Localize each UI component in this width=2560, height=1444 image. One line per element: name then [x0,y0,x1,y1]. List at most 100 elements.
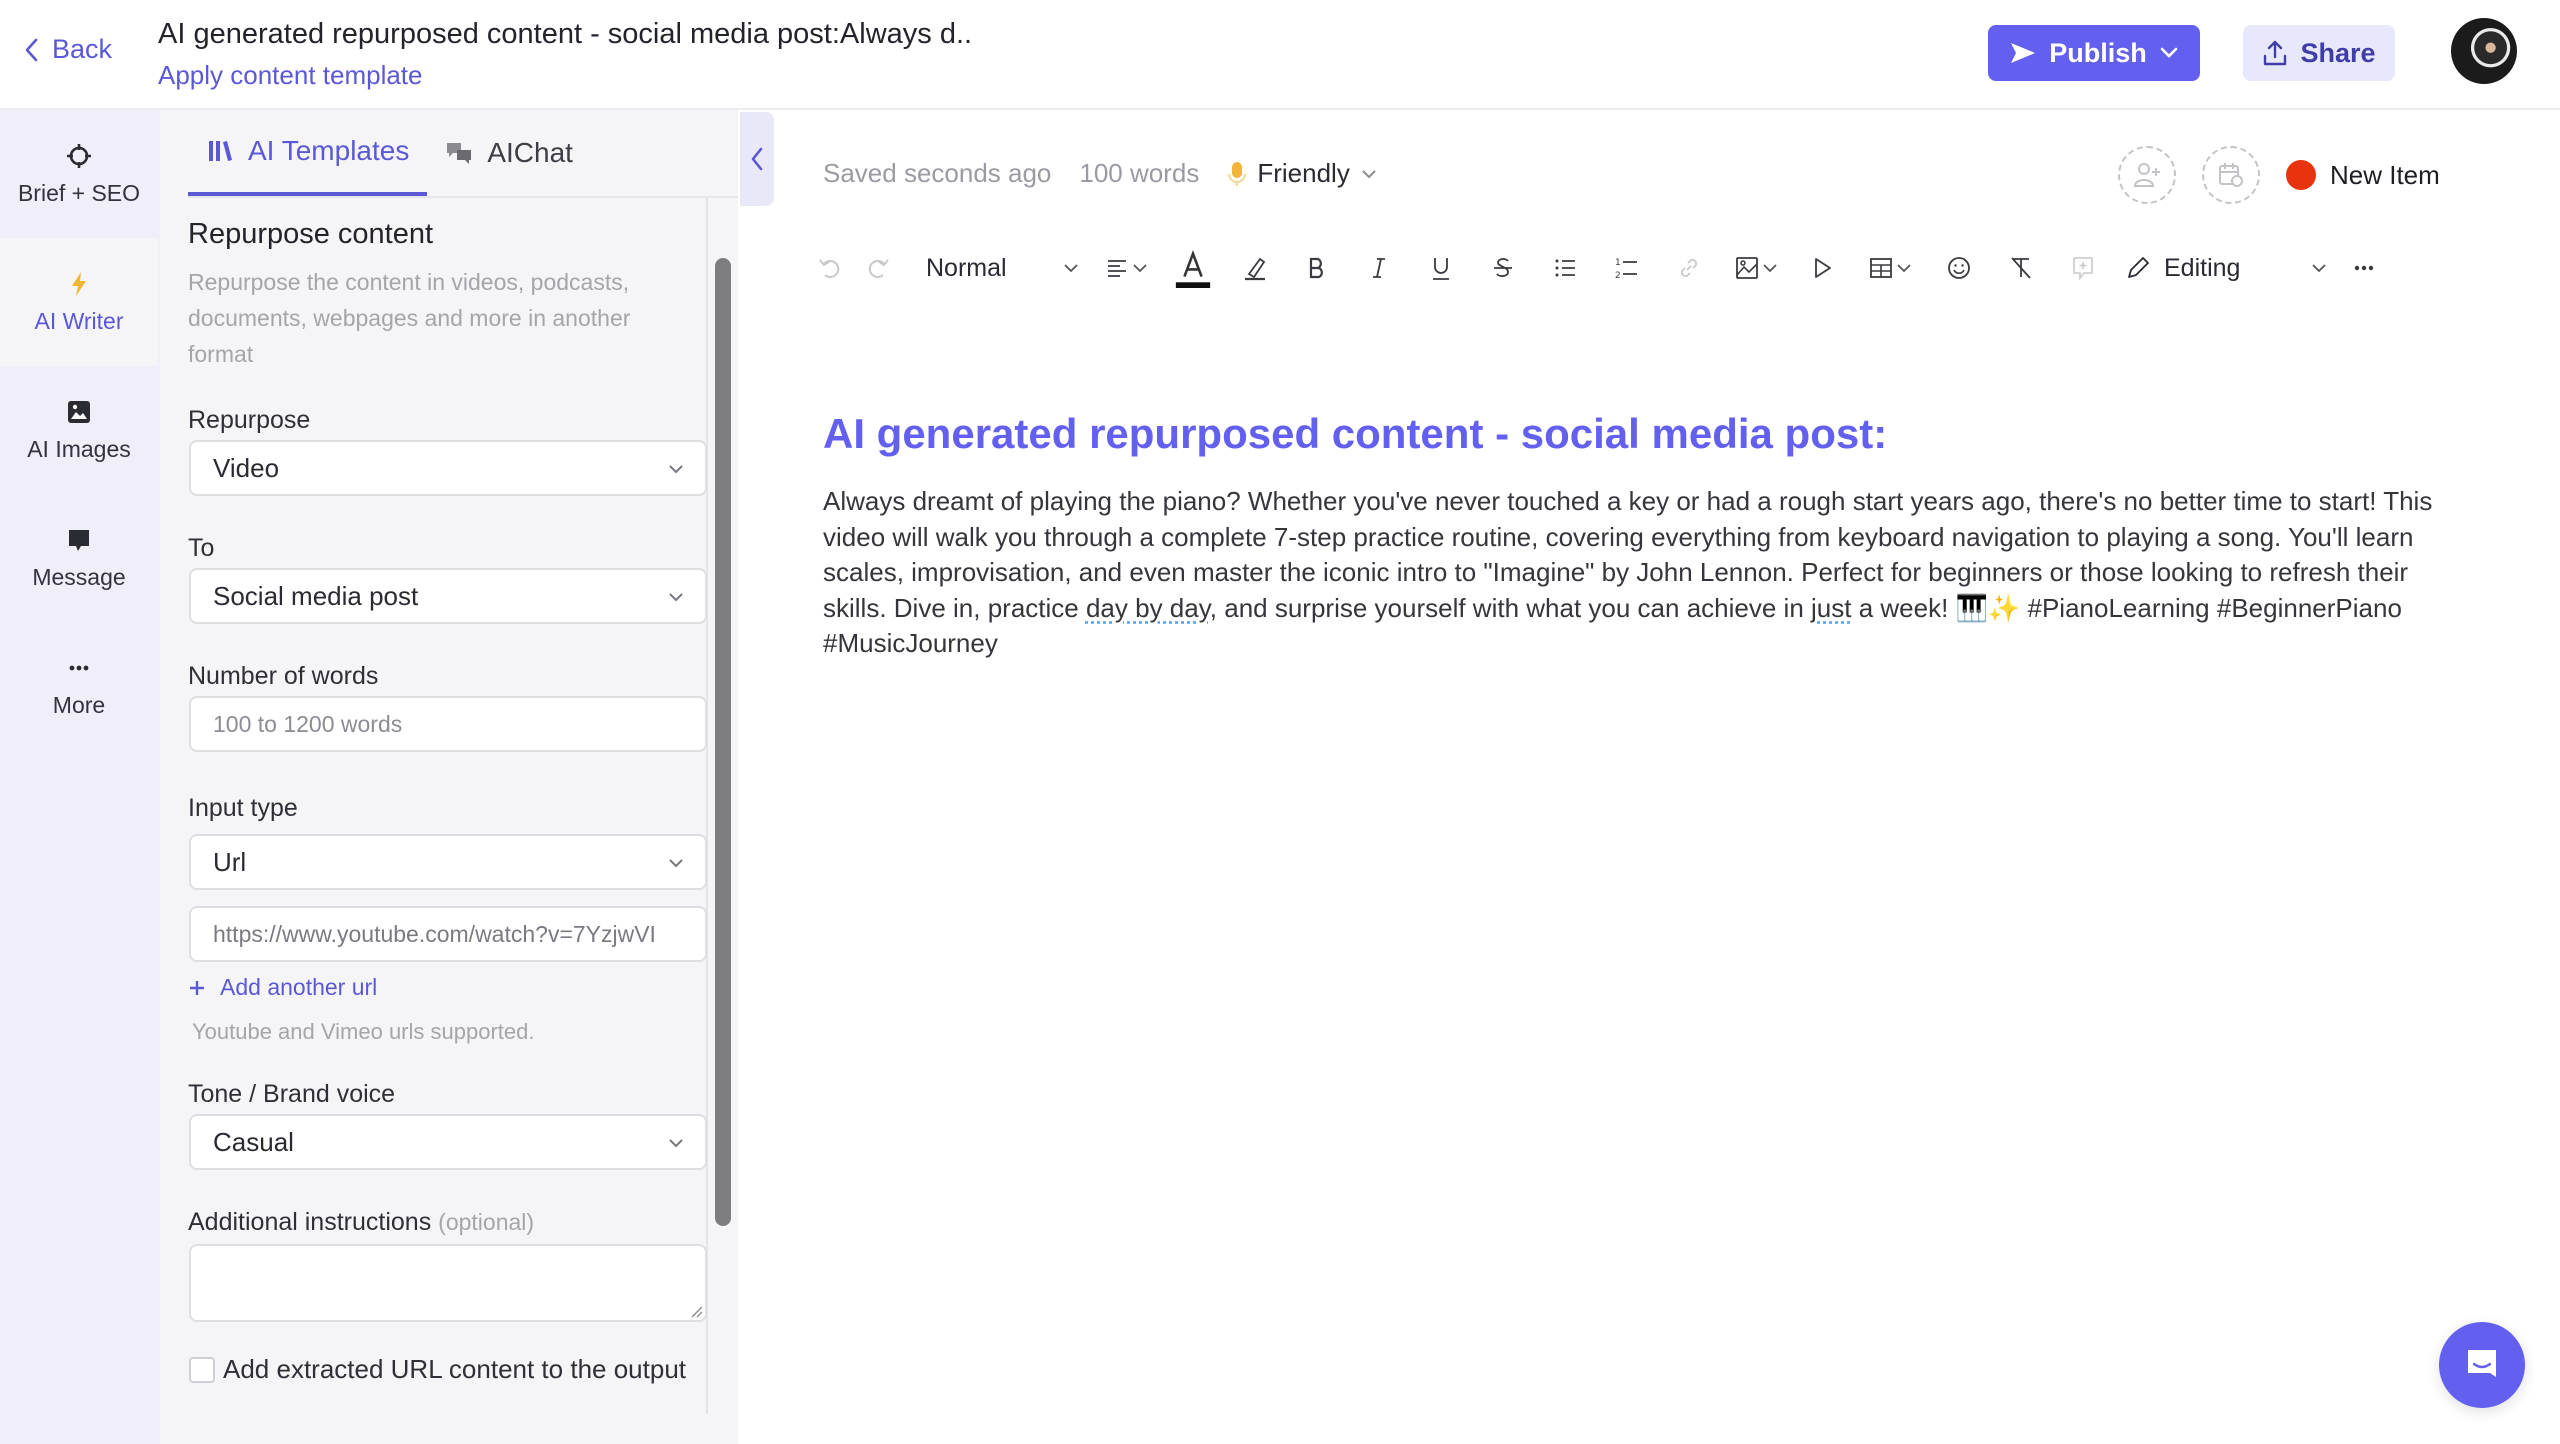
bullet-list-icon [1555,259,1575,277]
grammar-suggestion[interactable]: day by day [1086,593,1210,623]
clear-formatting-button[interactable] [1990,244,2052,292]
more-horizontal-icon [2354,265,2374,271]
publish-button[interactable]: Publish [1988,25,2200,81]
insert-image-dropdown[interactable] [1720,244,1792,292]
user-avatar[interactable] [2451,18,2517,84]
image-icon [68,400,90,423]
extract-url-content-checkbox[interactable] [189,1356,215,1383]
instructions-textarea[interactable] [189,1244,707,1322]
to-label: To [188,534,215,562]
add-comment-button[interactable] [2052,244,2114,292]
image-icon [1736,257,1758,279]
instructions-label: Additional instructions (optional) [188,1208,534,1237]
text-color-button[interactable] [1162,244,1224,292]
bullet-list-button[interactable] [1534,244,1596,292]
italic-icon [1373,258,1385,278]
text-color-icon [1175,250,1211,288]
add-another-url-link[interactable]: Add another url [188,974,377,1001]
item-status-area: New Item [2118,146,2440,204]
back-button[interactable]: Back [22,34,112,65]
chevron-down-icon [669,859,683,868]
instructions-label-text: Additional instructions [188,1208,432,1236]
bold-button[interactable] [1286,244,1348,292]
redo-button[interactable] [854,244,902,292]
chat-smile-icon [2468,1350,2496,1377]
word-count-input[interactable]: 100 to 1200 words [189,696,707,752]
underline-icon [1433,258,1449,280]
top-header: Back AI generated repurposed content - s… [0,0,2560,110]
chevron-left-icon [751,147,763,171]
tone-dropdown[interactable]: Friendly [1227,158,1377,189]
panel-tabs: AI Templates AIChat [188,110,591,196]
input-type-label: Input type [188,794,298,822]
workflow-status[interactable]: New Item [2286,160,2440,191]
tone-label: Tone / Brand voice [188,1080,396,1108]
rail-item-ai-writer[interactable]: AI Writer [0,238,158,366]
message-icon [69,529,89,551]
send-icon [2011,43,2036,63]
library-icon [209,141,232,161]
upload-icon [2264,40,2287,66]
emoji-button[interactable] [1928,244,1990,292]
chevron-left-icon [25,38,38,61]
chevron-down-icon [1064,264,1078,273]
microphone-icon [1228,161,1247,186]
link-button[interactable] [1658,244,1720,292]
rail-item-ai-images[interactable]: AI Images [0,366,158,494]
extract-url-content-option[interactable]: Add extracted URL content to the output [189,1354,686,1385]
table-icon [1870,258,1892,278]
editor-status-bar: Saved seconds ago 100 words Friendly [823,158,1378,189]
pencil-icon [2128,257,2149,278]
align-dropdown[interactable] [1090,244,1162,292]
resize-handle-icon[interactable] [689,1304,703,1318]
content-paragraph[interactable]: Always dreamt of playing the piano? Whet… [823,484,2463,662]
to-select[interactable]: Social media post [189,568,707,624]
apply-content-template-link[interactable]: Apply content template [158,60,423,91]
chevron-down-icon [1897,264,1911,273]
save-status: Saved seconds ago [823,158,1052,188]
repurpose-select[interactable]: Video [189,440,707,496]
tone-label: Friendly [1257,158,1350,188]
assign-user-button[interactable] [2118,146,2176,204]
repurpose-label: Repurpose [188,406,311,434]
publish-label: Publish [2049,37,2147,68]
chevron-down-icon [669,1139,683,1148]
editing-mode-dropdown[interactable]: Editing [2114,244,2338,292]
rail-item-brief-seo[interactable]: Brief + SEO [0,110,158,238]
support-chat-button[interactable] [2439,1322,2525,1408]
schedule-button[interactable] [2202,146,2260,204]
insert-video-button[interactable] [1792,244,1852,292]
highlight-button[interactable] [1224,244,1286,292]
url-input[interactable]: https://www.youtube.com/watch?v=7YzjwVI [189,906,707,962]
lightning-icon [72,271,86,296]
more-options-button[interactable] [2338,244,2390,292]
section-title: Repurpose content [188,218,434,250]
tab-aichat[interactable]: AIChat [427,110,591,196]
status-label: New Item [2330,159,2440,190]
rail-item-more[interactable]: More [0,622,158,750]
undo-button[interactable] [806,244,854,292]
content-heading[interactable]: AI generated repurposed content - social… [823,410,1887,458]
underline-button[interactable] [1410,244,1472,292]
chevron-down-icon [1362,169,1376,178]
tone-select[interactable]: Casual [189,1114,707,1170]
panel-scrollbar[interactable] [715,258,731,1226]
input-type-select[interactable]: Url [189,834,707,890]
chat-bubbles-icon [447,143,472,164]
rail-label: Brief + SEO [17,179,141,206]
collapse-panel-button[interactable] [740,112,774,206]
block-style-dropdown[interactable]: Normal [902,244,1090,292]
calendar-clock-icon [2219,163,2243,187]
rail-item-message[interactable]: Message [0,494,158,622]
share-button[interactable]: Share [2243,25,2395,81]
emoji-icon [1948,257,1970,279]
strikethrough-icon [1494,258,1512,277]
insert-table-dropdown[interactable] [1852,244,1928,292]
numbered-list-button[interactable]: 12 [1596,244,1658,292]
italic-button[interactable] [1348,244,1410,292]
tab-ai-templates[interactable]: AI Templates [188,110,428,196]
strikethrough-button[interactable] [1472,244,1534,292]
grammar-suggestion[interactable]: just [1811,593,1851,623]
status-dot [2286,160,2316,190]
chevron-down-icon [1763,264,1777,273]
